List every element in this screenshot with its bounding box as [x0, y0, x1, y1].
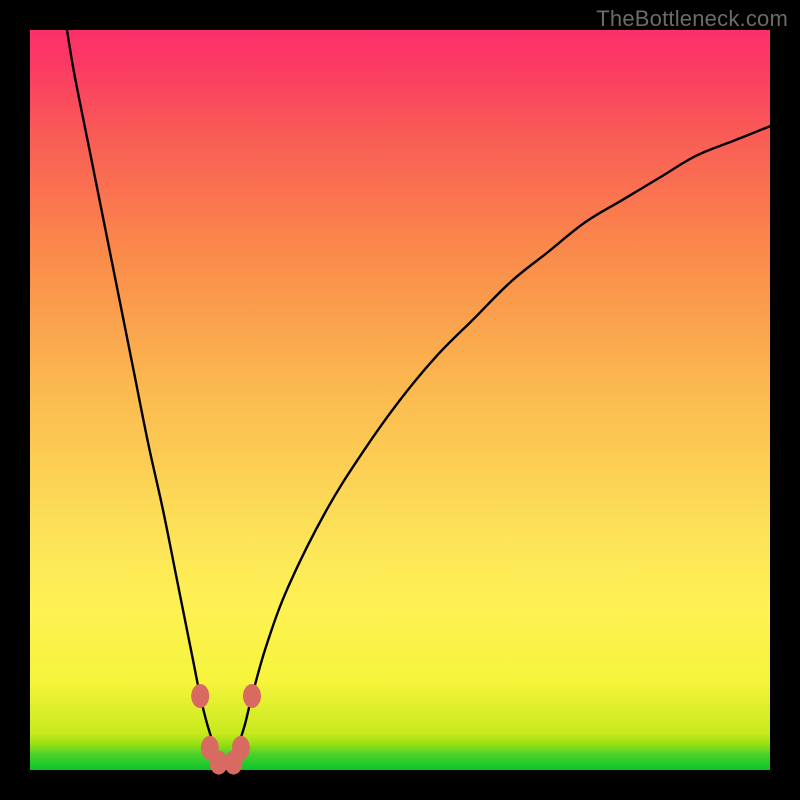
curve-marker-4 [232, 736, 250, 760]
curve-svg [30, 30, 770, 770]
curve-markers [191, 684, 261, 775]
plot-area [30, 30, 770, 770]
chart-frame: TheBottleneck.com [0, 0, 800, 800]
watermark-text: TheBottleneck.com [596, 6, 788, 32]
curve-marker-0 [191, 684, 209, 708]
bottleneck-curve [67, 30, 770, 765]
curve-marker-5 [243, 684, 261, 708]
